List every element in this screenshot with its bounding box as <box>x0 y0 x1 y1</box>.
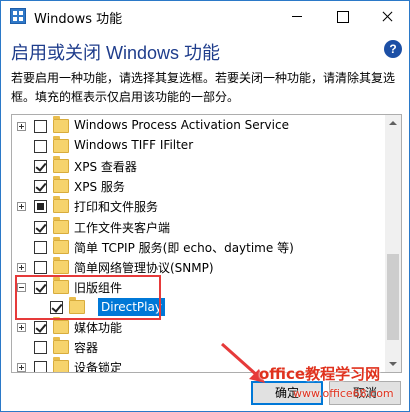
features-tree[interactable]: 设备锁定 容器 媒体功能 DirectPlay 旧版组件 简单网络管理协议(SNMP) 简单… <box>11 114 402 373</box>
feature-row[interactable]: 简单 TCPIP 服务(即 echo、daytime 等) <box>12 236 384 257</box>
expand-plus-icon[interactable] <box>17 262 26 272</box>
feature-label: Windows TIFF IFilter <box>74 138 194 153</box>
feature-row[interactable]: 容器 <box>12 337 384 357</box>
feature-row[interactable]: Windows Process Activation Service <box>12 116 384 136</box>
page-title: 启用或关闭 Windows 功能 <box>11 43 221 63</box>
feature-checkbox[interactable] <box>34 180 47 194</box>
feature-row[interactable]: 工作文件夹客户端 <box>12 216 384 237</box>
feature-checkbox[interactable] <box>34 240 47 254</box>
feature-label: 打印和文件服务 <box>74 200 159 215</box>
feature-label: 简单 TCPIP 服务(即 echo、daytime 等) <box>74 240 294 255</box>
feature-label: Windows Process Activation Service <box>74 118 289 132</box>
folder-icon <box>53 236 69 254</box>
expand-plus-icon[interactable] <box>17 202 26 212</box>
feature-label: 容器 <box>74 341 99 356</box>
minimize-icon[interactable] <box>274 1 319 31</box>
folder-icon <box>53 136 69 154</box>
instructions-text: 若要启用一种功能，请选择其复选框。若要关闭一种功能，请清除其复选框。填充的框表示… <box>11 71 396 104</box>
feature-label: 设备锁定 <box>74 361 123 373</box>
feature-label: 简单网络管理协议(SNMP) <box>74 260 214 275</box>
scroll-up-arrow-icon[interactable] <box>385 115 401 131</box>
folder-icon <box>53 256 69 274</box>
feature-checkbox[interactable] <box>34 220 47 234</box>
title-bar[interactable]: Windows 功能 <box>1 1 409 31</box>
windows-features-app-icon <box>10 8 26 24</box>
feature-checkbox[interactable] <box>34 160 47 174</box>
feature-checkbox[interactable] <box>34 260 47 274</box>
feature-label: 媒体功能 <box>74 321 123 335</box>
expand-plus-icon[interactable] <box>17 122 26 131</box>
feature-row[interactable]: XPS 查看器 <box>12 156 384 176</box>
folder-icon <box>53 196 69 214</box>
feature-checkbox[interactable] <box>34 120 47 133</box>
annotation-highlight-box <box>15 275 161 320</box>
feature-row[interactable]: Windows TIFF IFilter <box>12 136 384 156</box>
feature-checkbox[interactable] <box>34 321 47 334</box>
feature-row[interactable]: 打印和文件服务 <box>12 196 384 216</box>
feature-row[interactable]: 媒体功能 <box>12 317 384 337</box>
close-icon[interactable] <box>364 1 409 31</box>
folder-icon <box>53 337 69 355</box>
watermark-title: office教程学习网 <box>259 365 381 383</box>
window-title: Windows 功能 <box>34 12 123 27</box>
feature-checkbox[interactable] <box>34 200 47 214</box>
windows-features-dialog: Windows 功能 启用或关闭 Windows 功能 ? 若要启用一种功能，请… <box>0 0 410 412</box>
folder-icon <box>53 156 69 174</box>
folder-icon <box>53 317 69 334</box>
scroll-down-arrow-icon[interactable] <box>385 356 401 372</box>
feature-label: XPS 服务 <box>74 180 125 195</box>
feature-label: 工作文件夹客户端 <box>74 220 171 235</box>
expand-plus-icon[interactable] <box>17 323 26 332</box>
folder-icon <box>53 176 69 194</box>
watermark-url: www.office68.com <box>293 387 394 400</box>
expand-plus-icon[interactable] <box>17 363 26 372</box>
scroll-thumb[interactable] <box>387 254 399 340</box>
feature-checkbox[interactable] <box>34 361 47 372</box>
folder-icon <box>53 357 69 372</box>
feature-row[interactable]: 简单网络管理协议(SNMP) <box>12 256 384 277</box>
folder-icon <box>53 116 69 133</box>
feature-label: XPS 查看器 <box>74 160 137 175</box>
question-circle-icon[interactable]: ? <box>384 40 402 58</box>
maximize-icon[interactable] <box>319 1 364 31</box>
feature-checkbox[interactable] <box>34 140 47 154</box>
folder-icon <box>53 216 69 234</box>
vertical-scrollbar[interactable] <box>385 115 401 372</box>
feature-checkbox[interactable] <box>34 341 47 355</box>
feature-row[interactable]: XPS 服务 <box>12 176 384 196</box>
